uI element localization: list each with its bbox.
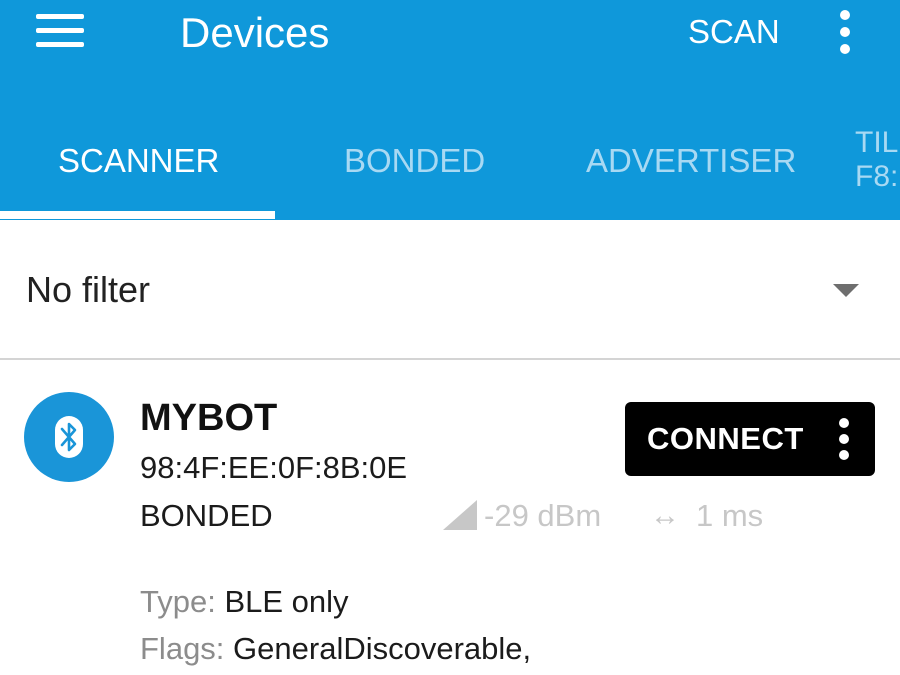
divider: [0, 358, 900, 360]
left-right-arrow-icon: ↔: [650, 499, 680, 532]
page-title: Devices: [180, 9, 330, 56]
dropdown-arrow-icon: [833, 284, 859, 297]
flags-label: Flags:: [140, 631, 225, 666]
flags-row: Flags: GeneralDiscoverable,: [140, 627, 531, 671]
interval-value: 1 ms: [696, 498, 764, 533]
more-vert-icon[interactable]: [835, 416, 853, 462]
tab-advertiser[interactable]: ADVERTISER: [586, 138, 796, 184]
device-address: 98:4F:EE:0F:8B:0E: [140, 450, 408, 485]
tab-indicator: [0, 211, 275, 219]
type-row: Type: BLE only: [140, 580, 349, 624]
flags-value: GeneralDiscoverable,: [233, 631, 532, 666]
type-label: Type:: [140, 584, 216, 619]
filter-label: No filter: [26, 269, 151, 310]
tab-partial-line2: F8:(: [855, 160, 900, 193]
device-status: BONDED: [140, 498, 273, 533]
more-vert-icon[interactable]: [836, 10, 854, 54]
filter-dropdown[interactable]: No filter: [0, 222, 900, 360]
signal-strength-icon: [443, 500, 477, 530]
menu-icon[interactable]: [36, 14, 84, 48]
tab-partial[interactable]: TIL F8:(: [855, 126, 900, 194]
connect-label: CONNECT: [647, 421, 804, 456]
device-name: MYBOT: [140, 397, 278, 439]
rssi-value: -29 dBm: [484, 498, 602, 533]
tab-partial-line1: TIL: [855, 126, 899, 159]
app-bar: Devices SCAN SCANNER BONDED ADVERTISER T…: [0, 0, 900, 220]
bluetooth-icon: [24, 392, 114, 482]
tab-bonded[interactable]: BONDED: [344, 138, 485, 184]
tab-scanner[interactable]: SCANNER: [58, 138, 219, 184]
connect-button[interactable]: CONNECT: [625, 402, 875, 476]
type-value: BLE only: [224, 584, 349, 619]
scan-button[interactable]: SCAN: [688, 10, 780, 54]
